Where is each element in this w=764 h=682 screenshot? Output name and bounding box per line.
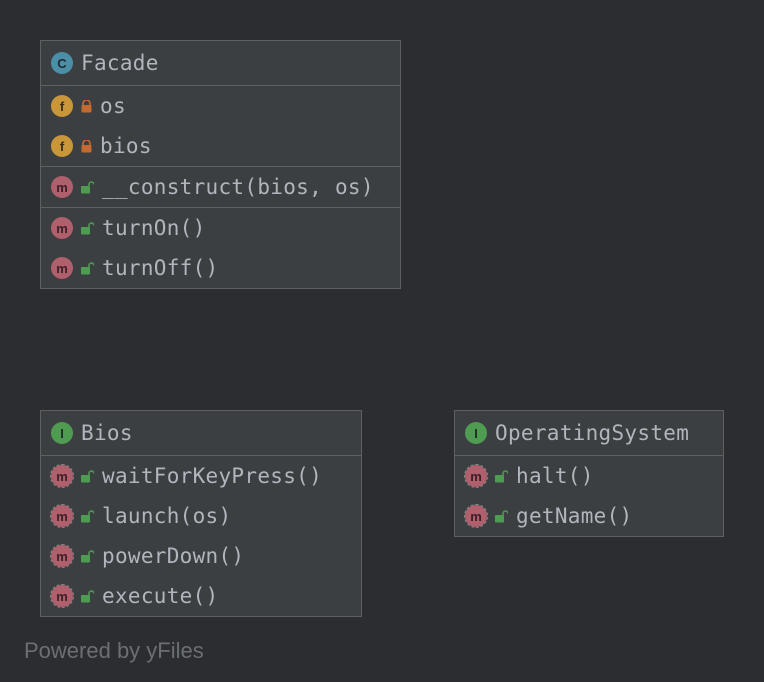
method-row[interactable]: m waitForKeyPress() bbox=[41, 456, 361, 496]
method-icon: m bbox=[51, 257, 73, 279]
methods-section: m waitForKeyPress() m launch(os) m power… bbox=[41, 456, 361, 616]
method-row[interactable]: m launch(os) bbox=[41, 496, 361, 536]
method-name: turnOn() bbox=[102, 216, 206, 240]
field-icon: f bbox=[51, 95, 73, 117]
method-row[interactable]: m turnOff() bbox=[41, 248, 400, 288]
unlock-icon bbox=[81, 590, 94, 603]
class-icon: C bbox=[51, 52, 73, 74]
method-icon: m bbox=[51, 585, 73, 607]
method-icon: m bbox=[51, 505, 73, 527]
unlock-icon bbox=[81, 222, 94, 235]
method-icon: m bbox=[465, 465, 487, 487]
method-name: launch(os) bbox=[102, 504, 231, 528]
unlock-icon bbox=[495, 510, 508, 523]
footer-credit: Powered by yFiles bbox=[24, 638, 204, 664]
method-row[interactable]: m halt() bbox=[455, 456, 723, 496]
lock-icon bbox=[81, 100, 92, 113]
method-icon: m bbox=[51, 545, 73, 567]
method-icon: m bbox=[51, 465, 73, 487]
class-header: I OperatingSystem bbox=[455, 411, 723, 456]
interface-bios[interactable]: I Bios m waitForKeyPress() m launch(os) … bbox=[40, 410, 362, 617]
method-row[interactable]: m turnOn() bbox=[41, 208, 400, 248]
methods-section: m halt() m getName() bbox=[455, 456, 723, 536]
class-title: Bios bbox=[81, 421, 133, 445]
interface-operatingsystem[interactable]: I OperatingSystem m halt() m getName() bbox=[454, 410, 724, 537]
method-row[interactable]: m execute() bbox=[41, 576, 361, 616]
method-row[interactable]: m __construct(bios, os) bbox=[41, 167, 400, 207]
method-name: getName() bbox=[516, 504, 633, 528]
method-name: powerDown() bbox=[102, 544, 244, 568]
unlock-icon bbox=[81, 550, 94, 563]
method-name: halt() bbox=[516, 464, 594, 488]
field-row[interactable]: f os bbox=[41, 86, 400, 126]
method-row[interactable]: m powerDown() bbox=[41, 536, 361, 576]
field-icon: f bbox=[51, 135, 73, 157]
class-facade[interactable]: C Facade f os f bios m __construct(bios,… bbox=[40, 40, 401, 289]
fields-section: f os f bios bbox=[41, 86, 400, 167]
method-icon: m bbox=[51, 217, 73, 239]
field-name: bios bbox=[100, 134, 152, 158]
field-name: os bbox=[100, 94, 126, 118]
unlock-icon bbox=[81, 262, 94, 275]
methods-section: m turnOn() m turnOff() bbox=[41, 208, 400, 288]
class-title: Facade bbox=[81, 51, 159, 75]
method-name: execute() bbox=[102, 584, 219, 608]
method-name: waitForKeyPress() bbox=[102, 464, 322, 488]
unlock-icon bbox=[81, 470, 94, 483]
class-title: OperatingSystem bbox=[495, 421, 689, 445]
lock-icon bbox=[81, 140, 92, 153]
class-header: I Bios bbox=[41, 411, 361, 456]
method-row[interactable]: m getName() bbox=[455, 496, 723, 536]
method-name: __construct(bios, os) bbox=[102, 175, 374, 199]
method-icon: m bbox=[465, 505, 487, 527]
interface-icon: I bbox=[465, 422, 487, 444]
ctor-section: m __construct(bios, os) bbox=[41, 167, 400, 208]
class-header: C Facade bbox=[41, 41, 400, 86]
method-icon: m bbox=[51, 176, 73, 198]
interface-icon: I bbox=[51, 422, 73, 444]
unlock-icon bbox=[81, 510, 94, 523]
unlock-icon bbox=[495, 470, 508, 483]
field-row[interactable]: f bios bbox=[41, 126, 400, 166]
method-name: turnOff() bbox=[102, 256, 219, 280]
unlock-icon bbox=[81, 181, 94, 194]
